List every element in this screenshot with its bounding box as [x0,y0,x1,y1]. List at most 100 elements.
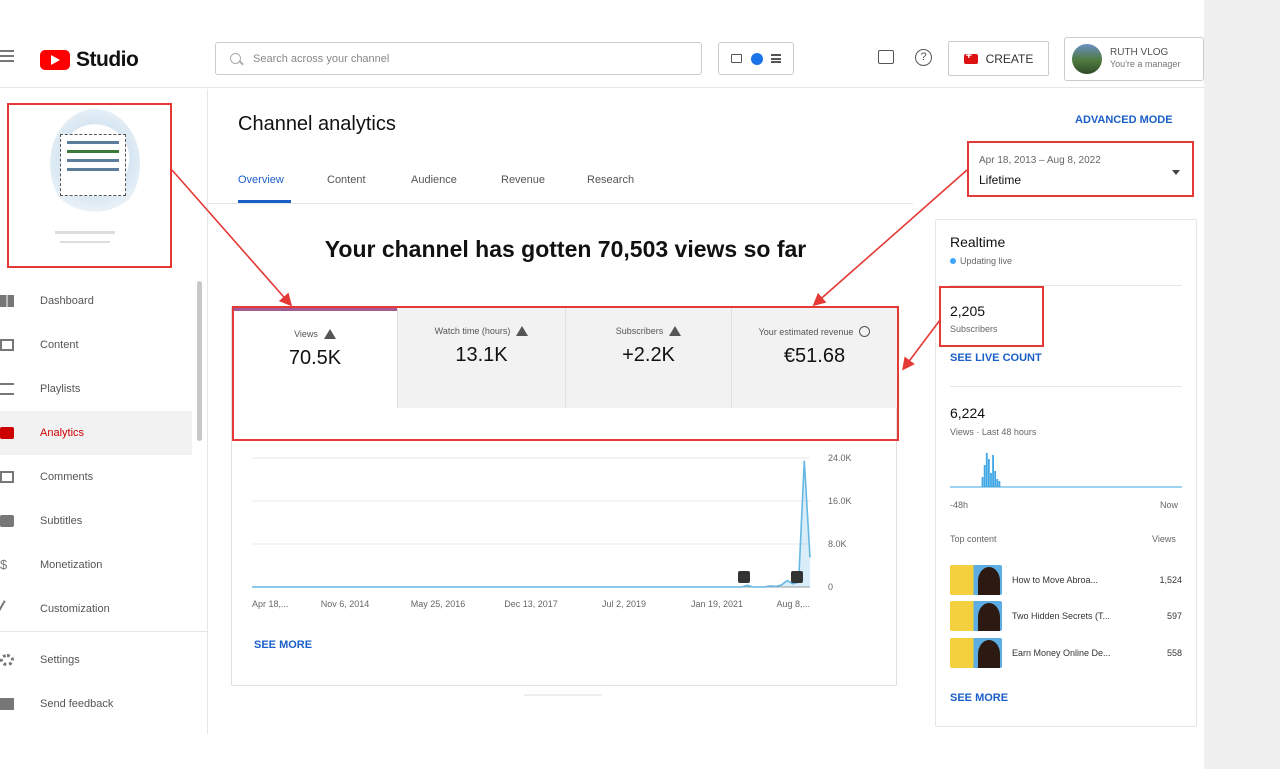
video-title[interactable]: How to Move Abroa... [1012,575,1142,585]
top-content-item[interactable]: Earn Money Online De... 558 [950,638,1182,668]
x-tick-label: Nov 6, 2014 [321,599,370,609]
channel-avatar-image [60,134,126,196]
tab-overview[interactable]: Overview [238,174,284,186]
sidebar-item-label: Subtitles [40,515,83,527]
sidebar-item-subtitles[interactable]: Subtitles [0,499,192,543]
screen-icon[interactable] [731,54,743,63]
video-views: 1,524 [1159,575,1182,585]
sidebar-item-monetization[interactable]: $ Monetization [0,543,192,587]
search-bar[interactable]: Search across your channel [215,42,702,75]
messages-icon[interactable] [878,50,894,64]
tab-audience[interactable]: Audience [411,174,457,186]
top-content-item[interactable]: How to Move Abroa... 1,524 [950,565,1182,595]
tab-research[interactable]: Research [587,174,634,186]
realtime-bar[interactable] [981,477,984,487]
x-tick-label: Aug 8,... [776,599,810,609]
video-title[interactable]: Earn Money Online De... [1012,648,1142,658]
menu-icon[interactable] [0,50,14,64]
y-tick-label: 24.0K [828,453,852,463]
sidebar-divider [0,631,208,632]
sidebar-item-content[interactable]: Content [0,323,192,367]
see-live-count-link[interactable]: SEE LIVE COUNT [950,352,1042,364]
realtime-bar[interactable] [992,455,994,487]
x-tick-label: Jan 19, 2021 [691,599,743,609]
x-tick-label: Dec 13, 2017 [504,599,558,609]
create-button[interactable]: CREATE [948,41,1049,76]
sidebar-item-label: Settings [40,654,80,666]
x-tick-label: Apr 18,... [252,599,289,609]
realtime-bar[interactable] [985,453,988,487]
subscribers-label: Subscribers [950,324,998,334]
channel-name-placeholder [55,231,115,234]
horizontal-scrollbar[interactable] [524,694,602,696]
sidebar-item-comments[interactable]: Comments [0,455,192,499]
sidebar-scrollbar[interactable] [197,281,202,441]
video-marker-icon[interactable] [791,571,803,583]
video-views: 597 [1166,611,1182,621]
channel-subtitle-placeholder [60,241,110,243]
extension-toolbar[interactable] [718,42,794,75]
realtime-bar[interactable] [987,459,990,487]
realtime-bar[interactable] [990,473,992,487]
top-content-label: Top content [950,534,997,544]
dashboard-icon [0,295,14,307]
realtime-bar[interactable] [983,465,986,487]
search-icon [230,53,241,64]
page-title: Channel analytics [238,113,396,135]
date-range-text: Apr 18, 2013 – Aug 8, 2022 [979,155,1101,166]
date-range-selector[interactable]: Apr 18, 2013 – Aug 8, 2022 Lifetime [967,141,1194,197]
studio-logo[interactable]: Studio [40,48,139,72]
realtime-status: Updating live [950,256,1012,266]
logo-text: Studio [76,48,139,71]
sidebar-item-label: Comments [40,471,94,483]
tab-content[interactable]: Content [327,174,366,186]
video-thumbnail[interactable] [950,638,1002,668]
video-camera-icon [963,50,978,64]
subscribers-value: 2,205 [950,303,986,319]
realtime-status-text: Updating live [960,256,1013,266]
video-marker-icon[interactable] [738,571,750,583]
realtime-views-value: 6,224 [950,405,986,421]
views-series-line[interactable] [252,460,811,588]
sidebar-item-feedback[interactable]: Send feedback [0,682,192,726]
top-content-item[interactable]: Two Hidden Secrets (T... 597 [950,601,1182,631]
account-role: You're a manager [1110,59,1181,70]
video-title[interactable]: Two Hidden Secrets (T... [1012,611,1142,621]
realtime-see-more-link[interactable]: SEE MORE [950,692,1008,704]
page: Studio Search across your channel ? CREA… [0,0,1280,769]
top-bar: Studio Search across your channel ? CREA… [0,30,1204,88]
advanced-mode-link[interactable]: ADVANCED MODE [1075,114,1173,126]
realtime-bar-chart [950,453,1182,488]
gear-icon [0,654,14,666]
date-range-label: Lifetime [979,173,1022,187]
avatar[interactable] [1072,44,1102,74]
sidebar-item-playlists[interactable]: Playlists [0,367,192,411]
sidebar-item-dashboard[interactable]: Dashboard [0,279,192,323]
sidebar-item-label: Playlists [40,383,81,395]
help-icon[interactable]: ? [915,49,932,66]
realtime-bar[interactable] [996,479,999,487]
realtime-bar[interactable] [998,481,1001,487]
sidebar-item-label: Send feedback [40,698,114,710]
tab-revenue[interactable]: Revenue [501,174,545,186]
sidebar-item-analytics[interactable]: Analytics [0,411,192,455]
x-tick-label: Jul 2, 2019 [602,599,646,609]
extension-icon[interactable] [750,52,763,65]
realtime-bar[interactable] [994,471,997,487]
sidebar-item-label: Customization [40,603,110,615]
video-thumbnail[interactable] [950,565,1002,595]
realtime-axis-start: -48h [950,500,969,510]
sidebar-item-customization[interactable]: Customization [0,587,192,631]
sidebar-item-label: Content [40,339,79,351]
list-icon[interactable] [770,54,781,63]
top-views-label: Views [1152,534,1176,544]
account-switcher[interactable]: RUTH VLOG You're a manager [1064,37,1204,81]
video-thumbnail[interactable] [950,601,1002,631]
content-icon [0,339,14,351]
sidebar-item-settings[interactable]: Settings [0,638,192,682]
realtime-axis-end: Now [1160,500,1179,510]
views-headline: Your channel has gotten 70,503 views so … [324,236,807,262]
analytics-icon [0,427,14,439]
search-input[interactable]: Search across your channel [253,53,389,65]
see-more-link[interactable]: SEE MORE [254,639,312,651]
